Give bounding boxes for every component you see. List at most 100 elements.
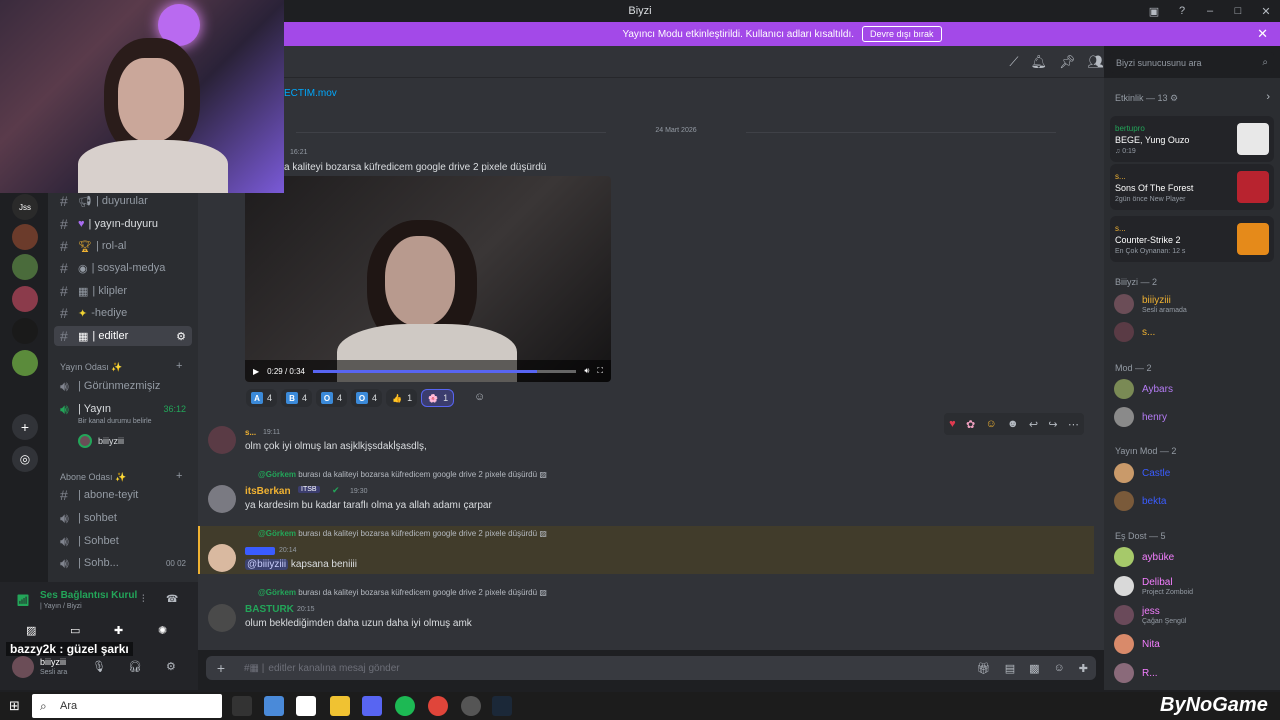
server-search-input[interactable]: Biyzi sunucusunu ara ⌕: [1110, 52, 1274, 73]
screen-share-icon[interactable]: ▭: [70, 624, 80, 637]
hidden-author-name[interactable]: [245, 547, 275, 555]
bell-icon[interactable]: 🔔︎: [1030, 54, 1047, 70]
threads-icon[interactable]: ⟋: [1009, 54, 1018, 70]
reaction-pill[interactable]: A4: [246, 389, 278, 407]
author-name[interactable]: itsBerkan: [245, 486, 291, 497]
activity-card[interactable]: s... Sons Of The Forest 2gün önce New Play…: [1110, 164, 1274, 210]
file-explorer-icon[interactable]: [330, 696, 350, 716]
add-reaction-icon[interactable]: ☺: [474, 391, 485, 403]
channel-sosyal-medya[interactable]: # ◉ | sosyal-medya: [54, 258, 192, 278]
reply-preview[interactable]: @Görkem burası da kaliteyi bozarsa küfre…: [258, 529, 547, 538]
smile-reaction-icon[interactable]: ☺: [985, 418, 996, 430]
category-yayin-odasi[interactable]: Yayın Odası ✨: [60, 362, 123, 373]
member-item[interactable]: bekta: [1114, 489, 1274, 513]
disconnect-icon[interactable]: ☎: [166, 594, 178, 605]
channel-yayin-duyuru[interactable]: # ♥ | yayın-duyuru: [54, 214, 192, 234]
fullscreen-icon[interactable]: ⛶: [597, 366, 603, 376]
member-item[interactable]: Delibal Project Zomboid: [1114, 574, 1274, 598]
channel-duyurular[interactable]: # 📢︎ | duyurular: [54, 191, 192, 211]
add-attachment-icon[interactable]: +: [206, 660, 236, 676]
server-icon[interactable]: [12, 224, 38, 250]
author-name[interactable]: BASTURK: [245, 604, 294, 615]
voice-channel-sohb[interactable]: 🔊︎ | Sohb... 00 02: [54, 553, 192, 573]
reaction-pill[interactable]: O4: [351, 389, 383, 407]
reaction-pill[interactable]: 🌸 1: [421, 389, 455, 407]
member-item[interactable]: R...: [1114, 661, 1274, 685]
emoji-icon[interactable]: ☺: [1054, 662, 1065, 675]
avatar[interactable]: [208, 544, 236, 572]
category-abone-odasi[interactable]: Abone Odası ✨: [60, 472, 126, 483]
avatar[interactable]: [208, 426, 236, 454]
windows-start-icon[interactable]: ⊞: [9, 698, 20, 714]
connection-channel[interactable]: | Yayın / Biyzi: [40, 603, 82, 610]
gift-icon[interactable]: 🎁︎: [977, 662, 991, 675]
member-item[interactable]: henry: [1114, 405, 1274, 429]
voice-status[interactable]: Bir kanal durumu belirle: [78, 418, 152, 425]
video-player[interactable]: ▶ 0:29 / 0:34 🔊︎ ⛶: [245, 176, 611, 382]
members-icon[interactable]: 👥︎: [1087, 54, 1104, 70]
more-icon[interactable]: ⋯: [1068, 418, 1079, 431]
heart-reaction-icon[interactable]: ♥: [949, 418, 956, 430]
activity-card[interactable]: s... Counter-Strike 2 En Çok Oynanan: 12 s: [1110, 216, 1274, 262]
notepad-icon[interactable]: [296, 696, 316, 716]
gear-icon[interactable]: ⚙: [1170, 93, 1178, 103]
sticker-icon[interactable]: ▩: [1029, 662, 1039, 675]
channel-rol-al[interactable]: # 🏆︎ | rol-al: [54, 236, 192, 256]
discord-icon[interactable]: [362, 696, 382, 716]
add-reaction-icon[interactable]: ☻: [1007, 418, 1019, 430]
disable-streamer-mode-button[interactable]: Devre dışı bırak: [862, 26, 942, 42]
avatar[interactable]: [12, 656, 34, 678]
taskbar-search[interactable]: ⌕ Ara: [32, 694, 222, 718]
voice-channel-sohbet-2[interactable]: 🔊︎ | Sohbet: [54, 531, 192, 551]
user-name[interactable]: biiiyziii: [40, 657, 66, 667]
voice-channel-sohbet[interactable]: 🔊︎ | sohbet: [54, 508, 192, 528]
member-item[interactable]: jess Çağan Şengül: [1114, 603, 1274, 627]
member-item[interactable]: Castle: [1114, 461, 1274, 485]
connection-status[interactable]: Ses Bağlantısı Kurul: [40, 590, 137, 601]
channel-hediye[interactable]: # ✦ -hediye: [54, 303, 192, 323]
attachment-link[interactable]: ECTIM.mov: [284, 88, 337, 99]
chrome-icon[interactable]: [428, 696, 448, 716]
camera-off-icon[interactable]: ▨: [26, 624, 36, 637]
server-icon[interactable]: [12, 318, 38, 344]
message-composer[interactable]: + #▦ | editler kanalına mesaj gönder 🎁︎ …: [206, 656, 1096, 680]
channel-editler[interactable]: # ▦ | editler ⚙: [54, 326, 192, 346]
apps-icon[interactable]: ✚: [1079, 662, 1088, 675]
server-icon[interactable]: [12, 286, 38, 312]
member-item[interactable]: aybüke: [1114, 545, 1274, 569]
maximize-button[interactable]: □: [1224, 0, 1252, 22]
obs-icon[interactable]: [461, 696, 481, 716]
author-name[interactable]: s...: [245, 428, 256, 437]
task-view-icon[interactable]: [232, 696, 252, 716]
forward-icon[interactable]: ↪: [1048, 418, 1057, 431]
member-item[interactable]: Aybars: [1114, 377, 1274, 401]
spotify-icon[interactable]: [395, 696, 415, 716]
member-item[interactable]: biiiyziii Sesli aramada: [1114, 292, 1274, 316]
server-icon[interactable]: Jss: [12, 194, 38, 220]
member-item[interactable]: Nita: [1114, 632, 1274, 656]
voice-channel-gorunmezmisiz[interactable]: 🔊︎ | Görünmezmişiz: [54, 376, 192, 396]
avatar[interactable]: [208, 485, 236, 513]
video-seek-bar[interactable]: [312, 369, 577, 373]
guild-tag[interactable]: ITSB: [298, 486, 320, 493]
voice-channel-yayin[interactable]: 🔊︎ | Yayın 36:12: [54, 399, 192, 419]
volume-icon[interactable]: 🔊︎: [584, 366, 589, 376]
reaction-pill[interactable]: O4: [316, 389, 348, 407]
copilot-icon[interactable]: [264, 696, 284, 716]
user-settings-icon[interactable]: ⚙: [166, 660, 176, 673]
flower-reaction-icon[interactable]: ✿: [966, 418, 975, 431]
activities-icon[interactable]: ✚: [114, 624, 123, 637]
minimize-button[interactable]: –: [1196, 0, 1224, 22]
microphone-icon[interactable]: 🎙︎: [92, 660, 106, 673]
reaction-pill[interactable]: B4: [281, 389, 313, 407]
add-channel-icon[interactable]: +: [176, 360, 182, 372]
server-icon[interactable]: [12, 350, 38, 376]
help-icon[interactable]: ?: [1168, 0, 1196, 22]
reaction-pill[interactable]: 👍 1: [386, 389, 418, 407]
member-item[interactable]: s...: [1114, 320, 1274, 344]
gif-icon[interactable]: ▤: [1005, 662, 1015, 675]
headphones-icon[interactable]: 🎧︎: [128, 660, 142, 673]
close-button[interactable]: ✕: [1252, 0, 1280, 22]
channel-klipler[interactable]: # ▦ | klipler: [54, 281, 192, 301]
add-server-icon[interactable]: +: [12, 414, 38, 440]
